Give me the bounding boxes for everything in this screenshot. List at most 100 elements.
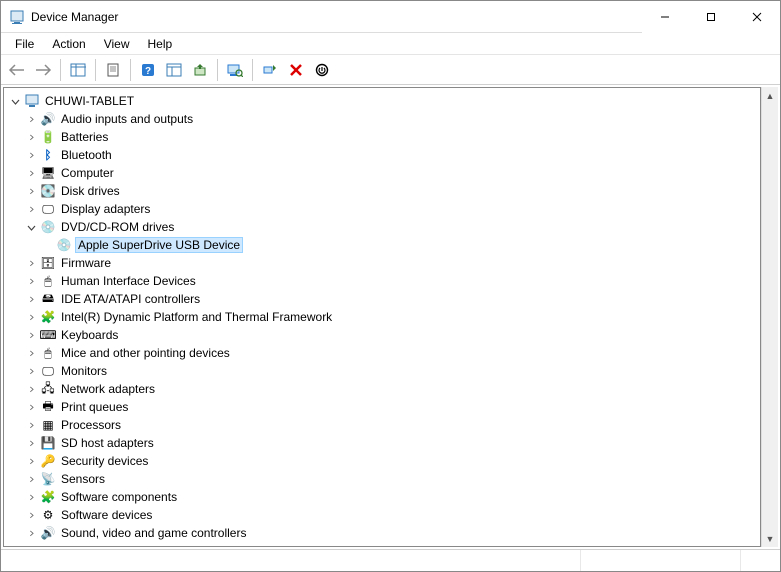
- chevron-right-icon[interactable]: [26, 384, 36, 394]
- device-tree[interactable]: CHUWI-TABLET 🔊Audio inputs and outputs🔋B…: [3, 87, 761, 547]
- category-label: Sensors: [59, 472, 107, 486]
- action-button[interactable]: [162, 58, 186, 82]
- category-icon: 🔊: [40, 111, 56, 127]
- menubar: File Action View Help: [1, 33, 780, 55]
- category-node[interactable]: 🔋Batteries: [6, 128, 758, 146]
- category-icon: ⚙: [40, 507, 56, 523]
- category-node[interactable]: 🖵Display adapters: [6, 200, 758, 218]
- show-hide-tree-button[interactable]: [66, 58, 90, 82]
- chevron-down-icon[interactable]: [8, 94, 22, 108]
- category-node[interactable]: 🖧Network adapters: [6, 380, 758, 398]
- chevron-right-icon[interactable]: [26, 258, 36, 268]
- chevron-down-icon[interactable]: [24, 220, 38, 234]
- chevron-right-icon[interactable]: [26, 294, 36, 304]
- chevron-right-icon[interactable]: [26, 168, 36, 178]
- category-icon: 🖴: [40, 291, 56, 307]
- maximize-button[interactable]: [688, 1, 734, 33]
- vertical-scrollbar[interactable]: ▲ ▼: [761, 87, 778, 547]
- category-label: Monitors: [59, 364, 109, 378]
- enable-device-button[interactable]: [258, 58, 282, 82]
- chevron-right-icon[interactable]: [26, 528, 36, 538]
- category-label: Sound, video and game controllers: [59, 526, 248, 540]
- menu-action[interactable]: Action: [44, 35, 93, 53]
- category-node[interactable]: 🖶Print queues: [6, 398, 758, 416]
- chevron-right-icon[interactable]: [26, 492, 36, 502]
- chevron-right-icon[interactable]: [26, 330, 36, 340]
- chevron-right-icon[interactable]: [26, 366, 36, 376]
- category-label: Print queues: [59, 400, 130, 414]
- disable-device-button[interactable]: [310, 58, 334, 82]
- category-icon: 🖵: [40, 201, 56, 217]
- menu-file[interactable]: File: [7, 35, 42, 53]
- chevron-right-icon[interactable]: [26, 420, 36, 430]
- window-title: Device Manager: [31, 10, 118, 24]
- category-icon: 💾: [40, 435, 56, 451]
- category-icon: 🧩: [40, 309, 56, 325]
- chevron-right-icon[interactable]: [26, 456, 36, 466]
- update-driver-button[interactable]: [188, 58, 212, 82]
- scroll-down-button[interactable]: ▼: [762, 530, 779, 547]
- minimize-button[interactable]: [642, 1, 688, 33]
- properties-button[interactable]: [101, 58, 125, 82]
- chevron-right-icon[interactable]: [26, 312, 36, 322]
- chevron-right-icon[interactable]: [26, 438, 36, 448]
- menu-view[interactable]: View: [96, 35, 138, 53]
- chevron-right-icon[interactable]: [26, 114, 36, 124]
- category-icon: 🖶: [40, 399, 56, 415]
- scroll-up-button[interactable]: ▲: [762, 87, 779, 104]
- svg-text:?: ?: [145, 66, 151, 77]
- category-label: Processors: [59, 418, 123, 432]
- category-node[interactable]: ▦Processors: [6, 416, 758, 434]
- category-node[interactable]: 🗄Firmware: [6, 254, 758, 272]
- category-node[interactable]: 🧩Software components: [6, 488, 758, 506]
- category-label: Computer: [59, 166, 116, 180]
- chevron-right-icon[interactable]: [26, 510, 36, 520]
- chevron-right-icon[interactable]: [26, 186, 36, 196]
- chevron-right-icon[interactable]: [26, 474, 36, 484]
- category-icon: 🖵: [40, 363, 56, 379]
- uninstall-device-button[interactable]: [284, 58, 308, 82]
- category-node[interactable]: 💾SD host adapters: [6, 434, 758, 452]
- category-node[interactable]: 🖵Monitors: [6, 362, 758, 380]
- category-node[interactable]: 🔑Security devices: [6, 452, 758, 470]
- forward-button[interactable]: [31, 58, 55, 82]
- category-node[interactable]: ⚙Software devices: [6, 506, 758, 524]
- scan-hardware-button[interactable]: [223, 58, 247, 82]
- category-node[interactable]: 🧩Intel(R) Dynamic Platform and Thermal F…: [6, 308, 758, 326]
- menu-help[interactable]: Help: [140, 35, 181, 53]
- category-node[interactable]: 💽Disk drives: [6, 182, 758, 200]
- category-node[interactable]: ⌨Keyboards: [6, 326, 758, 344]
- category-node[interactable]: 🖱Mice and other pointing devices: [6, 344, 758, 362]
- category-icon: ⌨: [40, 327, 56, 343]
- category-label: Audio inputs and outputs: [59, 112, 195, 126]
- chevron-right-icon[interactable]: [26, 132, 36, 142]
- chevron-right-icon[interactable]: [26, 348, 36, 358]
- category-label: Security devices: [59, 454, 150, 468]
- toolbar-separator: [217, 59, 218, 81]
- toolbar: ?: [1, 55, 780, 85]
- chevron-right-icon[interactable]: [26, 204, 36, 214]
- category-node[interactable]: 🖴IDE ATA/ATAPI controllers: [6, 290, 758, 308]
- category-node[interactable]: 💿DVD/CD-ROM drives: [6, 218, 758, 236]
- status-cell: [740, 550, 780, 571]
- category-node[interactable]: ᛒBluetooth: [6, 146, 758, 164]
- category-node[interactable]: 🔊Sound, video and game controllers: [6, 524, 758, 542]
- device-node[interactable]: 💿Apple SuperDrive USB Device: [6, 236, 758, 254]
- category-icon: 🖱: [40, 345, 56, 361]
- tree-wrap: CHUWI-TABLET 🔊Audio inputs and outputs🔋B…: [1, 85, 780, 549]
- root-node[interactable]: CHUWI-TABLET: [6, 92, 758, 110]
- category-node[interactable]: 📡Sensors: [6, 470, 758, 488]
- category-node[interactable]: 🔊Audio inputs and outputs: [6, 110, 758, 128]
- category-node[interactable]: 🖱Human Interface Devices: [6, 272, 758, 290]
- close-button[interactable]: [734, 1, 780, 33]
- chevron-right-icon[interactable]: [26, 276, 36, 286]
- chevron-right-icon[interactable]: [26, 150, 36, 160]
- chevron-right-icon[interactable]: [26, 402, 36, 412]
- category-node[interactable]: 🖥Computer: [6, 164, 758, 182]
- category-icon: 🖱: [40, 273, 56, 289]
- category-label: Firmware: [59, 256, 113, 270]
- back-button[interactable]: [5, 58, 29, 82]
- help-button[interactable]: ?: [136, 58, 160, 82]
- category-icon: 📡: [40, 471, 56, 487]
- category-label: Disk drives: [59, 184, 122, 198]
